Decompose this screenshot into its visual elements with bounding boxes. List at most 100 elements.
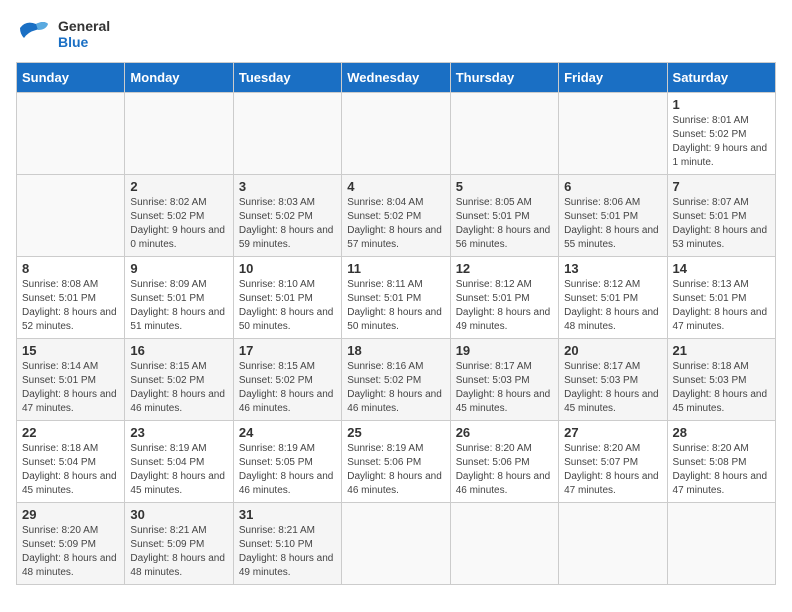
week-row-3: 8 Sunrise: 8:08 AM Sunset: 5:01 PM Dayli…	[17, 257, 776, 339]
day-info: Sunrise: 8:17 AM Sunset: 5:03 PM Dayligh…	[456, 360, 553, 416]
day-number: 16	[130, 343, 227, 358]
week-row-1: 1 Sunrise: 8:01 AM Sunset: 5:02 PM Dayli…	[17, 93, 776, 175]
day-number: 17	[239, 343, 336, 358]
day-number: 28	[673, 425, 770, 440]
day-info: Sunrise: 8:08 AM Sunset: 5:01 PM Dayligh…	[22, 278, 119, 334]
day-number: 5	[456, 179, 553, 194]
day-info: Sunrise: 8:02 AM Sunset: 5:02 PM Dayligh…	[130, 196, 227, 252]
day-info: Sunrise: 8:19 AM Sunset: 5:06 PM Dayligh…	[347, 442, 444, 498]
calendar-cell: 20 Sunrise: 8:17 AM Sunset: 5:03 PM Dayl…	[559, 339, 667, 421]
day-number: 31	[239, 507, 336, 522]
day-number: 25	[347, 425, 444, 440]
page-header: General Blue	[16, 16, 776, 52]
col-header-friday: Friday	[559, 63, 667, 93]
calendar-cell: 22 Sunrise: 8:18 AM Sunset: 5:04 PM Dayl…	[17, 421, 125, 503]
calendar-cell: 11 Sunrise: 8:11 AM Sunset: 5:01 PM Dayl…	[342, 257, 450, 339]
day-number: 6	[564, 179, 661, 194]
day-info: Sunrise: 8:17 AM Sunset: 5:03 PM Dayligh…	[564, 360, 661, 416]
logo-bird-icon	[16, 16, 52, 52]
day-number: 24	[239, 425, 336, 440]
day-info: Sunrise: 8:03 AM Sunset: 5:02 PM Dayligh…	[239, 196, 336, 252]
calendar-cell: 18 Sunrise: 8:16 AM Sunset: 5:02 PM Dayl…	[342, 339, 450, 421]
calendar-cell	[17, 93, 125, 175]
calendar-cell: 24 Sunrise: 8:19 AM Sunset: 5:05 PM Dayl…	[233, 421, 341, 503]
day-info: Sunrise: 8:12 AM Sunset: 5:01 PM Dayligh…	[564, 278, 661, 334]
day-number: 7	[673, 179, 770, 194]
day-info: Sunrise: 8:05 AM Sunset: 5:01 PM Dayligh…	[456, 196, 553, 252]
calendar-cell: 14 Sunrise: 8:13 AM Sunset: 5:01 PM Dayl…	[667, 257, 775, 339]
day-info: Sunrise: 8:19 AM Sunset: 5:05 PM Dayligh…	[239, 442, 336, 498]
calendar-cell: 13 Sunrise: 8:12 AM Sunset: 5:01 PM Dayl…	[559, 257, 667, 339]
day-number: 2	[130, 179, 227, 194]
week-row-5: 22 Sunrise: 8:18 AM Sunset: 5:04 PM Dayl…	[17, 421, 776, 503]
calendar-cell: 9 Sunrise: 8:09 AM Sunset: 5:01 PM Dayli…	[125, 257, 233, 339]
day-number: 18	[347, 343, 444, 358]
calendar-cell: 28 Sunrise: 8:20 AM Sunset: 5:08 PM Dayl…	[667, 421, 775, 503]
day-number: 4	[347, 179, 444, 194]
calendar-cell: 12 Sunrise: 8:12 AM Sunset: 5:01 PM Dayl…	[450, 257, 558, 339]
calendar-cell: 8 Sunrise: 8:08 AM Sunset: 5:01 PM Dayli…	[17, 257, 125, 339]
day-info: Sunrise: 8:11 AM Sunset: 5:01 PM Dayligh…	[347, 278, 444, 334]
calendar-table: SundayMondayTuesdayWednesdayThursdayFrid…	[16, 62, 776, 585]
day-number: 9	[130, 261, 227, 276]
calendar-cell	[559, 503, 667, 585]
calendar-cell	[559, 93, 667, 175]
col-header-thursday: Thursday	[450, 63, 558, 93]
day-info: Sunrise: 8:21 AM Sunset: 5:09 PM Dayligh…	[130, 524, 227, 580]
day-info: Sunrise: 8:07 AM Sunset: 5:01 PM Dayligh…	[673, 196, 770, 252]
day-number: 27	[564, 425, 661, 440]
day-info: Sunrise: 8:06 AM Sunset: 5:01 PM Dayligh…	[564, 196, 661, 252]
day-number: 11	[347, 261, 444, 276]
calendar-cell: 1 Sunrise: 8:01 AM Sunset: 5:02 PM Dayli…	[667, 93, 775, 175]
calendar-cell: 15 Sunrise: 8:14 AM Sunset: 5:01 PM Dayl…	[17, 339, 125, 421]
day-info: Sunrise: 8:09 AM Sunset: 5:01 PM Dayligh…	[130, 278, 227, 334]
calendar-cell: 4 Sunrise: 8:04 AM Sunset: 5:02 PM Dayli…	[342, 175, 450, 257]
col-header-monday: Monday	[125, 63, 233, 93]
day-number: 29	[22, 507, 119, 522]
day-number: 20	[564, 343, 661, 358]
calendar-cell: 31 Sunrise: 8:21 AM Sunset: 5:10 PM Dayl…	[233, 503, 341, 585]
calendar-cell: 26 Sunrise: 8:20 AM Sunset: 5:06 PM Dayl…	[450, 421, 558, 503]
day-info: Sunrise: 8:20 AM Sunset: 5:08 PM Dayligh…	[673, 442, 770, 498]
week-row-6: 29 Sunrise: 8:20 AM Sunset: 5:09 PM Dayl…	[17, 503, 776, 585]
calendar-cell: 27 Sunrise: 8:20 AM Sunset: 5:07 PM Dayl…	[559, 421, 667, 503]
day-number: 12	[456, 261, 553, 276]
calendar-cell	[233, 93, 341, 175]
week-row-2: 2 Sunrise: 8:02 AM Sunset: 5:02 PM Dayli…	[17, 175, 776, 257]
col-header-saturday: Saturday	[667, 63, 775, 93]
calendar-cell: 16 Sunrise: 8:15 AM Sunset: 5:02 PM Dayl…	[125, 339, 233, 421]
calendar-cell	[125, 93, 233, 175]
day-info: Sunrise: 8:16 AM Sunset: 5:02 PM Dayligh…	[347, 360, 444, 416]
logo: General Blue	[16, 16, 110, 52]
day-number: 19	[456, 343, 553, 358]
day-info: Sunrise: 8:13 AM Sunset: 5:01 PM Dayligh…	[673, 278, 770, 334]
day-info: Sunrise: 8:04 AM Sunset: 5:02 PM Dayligh…	[347, 196, 444, 252]
calendar-cell: 7 Sunrise: 8:07 AM Sunset: 5:01 PM Dayli…	[667, 175, 775, 257]
day-number: 22	[22, 425, 119, 440]
day-info: Sunrise: 8:14 AM Sunset: 5:01 PM Dayligh…	[22, 360, 119, 416]
calendar-header-row: SundayMondayTuesdayWednesdayThursdayFrid…	[17, 63, 776, 93]
day-info: Sunrise: 8:20 AM Sunset: 5:07 PM Dayligh…	[564, 442, 661, 498]
day-info: Sunrise: 8:15 AM Sunset: 5:02 PM Dayligh…	[130, 360, 227, 416]
day-number: 14	[673, 261, 770, 276]
calendar-cell: 23 Sunrise: 8:19 AM Sunset: 5:04 PM Dayl…	[125, 421, 233, 503]
col-header-sunday: Sunday	[17, 63, 125, 93]
logo-text-general: General	[58, 18, 110, 34]
calendar-cell: 6 Sunrise: 8:06 AM Sunset: 5:01 PM Dayli…	[559, 175, 667, 257]
calendar-cell	[450, 93, 558, 175]
calendar-cell: 19 Sunrise: 8:17 AM Sunset: 5:03 PM Dayl…	[450, 339, 558, 421]
calendar-cell	[342, 93, 450, 175]
day-number: 26	[456, 425, 553, 440]
day-number: 21	[673, 343, 770, 358]
day-info: Sunrise: 8:18 AM Sunset: 5:03 PM Dayligh…	[673, 360, 770, 416]
calendar-cell	[450, 503, 558, 585]
day-number: 1	[673, 97, 770, 112]
day-info: Sunrise: 8:12 AM Sunset: 5:01 PM Dayligh…	[456, 278, 553, 334]
calendar-cell: 30 Sunrise: 8:21 AM Sunset: 5:09 PM Dayl…	[125, 503, 233, 585]
day-number: 8	[22, 261, 119, 276]
calendar-cell: 5 Sunrise: 8:05 AM Sunset: 5:01 PM Dayli…	[450, 175, 558, 257]
calendar-cell	[17, 175, 125, 257]
calendar-cell: 3 Sunrise: 8:03 AM Sunset: 5:02 PM Dayli…	[233, 175, 341, 257]
col-header-tuesday: Tuesday	[233, 63, 341, 93]
day-info: Sunrise: 8:20 AM Sunset: 5:09 PM Dayligh…	[22, 524, 119, 580]
